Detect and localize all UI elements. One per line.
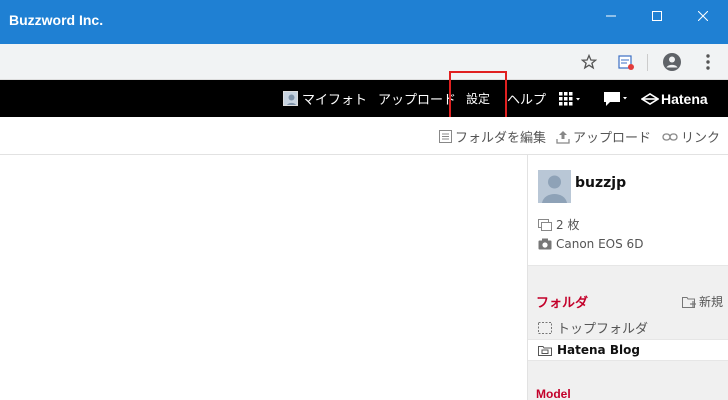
folder-item-hatena-blog[interactable]: Hatena Blog [528, 339, 728, 361]
notifications-button[interactable] [603, 80, 629, 117]
apps-menu-button[interactable] [559, 80, 581, 117]
nav-help-label: ヘルプ [507, 93, 547, 108]
close-button[interactable] [680, 0, 726, 32]
photos-icon [538, 218, 552, 231]
avatar[interactable] [538, 170, 571, 203]
toolbar-divider [647, 54, 648, 71]
hatena-brand-label: Hatena [661, 90, 708, 107]
top-folder-item[interactable]: トップフォルダ [538, 318, 648, 337]
window-title: Buzzword Inc. [9, 12, 104, 28]
new-folder-icon [681, 296, 696, 308]
grid-icon [559, 91, 580, 105]
folders-heading: フォルダ [536, 296, 589, 311]
link-button[interactable]: リンク [662, 127, 720, 146]
model-panel: Model [528, 361, 728, 400]
profile-card: buzzjp 2 枚 Canon EOS 6D [528, 155, 728, 265]
camera-model-label: Canon EOS 6D [556, 237, 644, 251]
dashed-folder-icon [538, 321, 552, 334]
camera-model[interactable]: Canon EOS 6D [538, 237, 643, 251]
speech-bubble-icon [604, 91, 627, 106]
menu-dots-icon[interactable] [696, 50, 720, 74]
nav-myphoto-label: マイフォト [302, 93, 368, 108]
nav-upload[interactable]: アップロード [378, 80, 456, 117]
upload-button[interactable]: アップロード [556, 127, 651, 146]
close-icon [698, 11, 708, 21]
myphoto-avatar-icon [283, 91, 298, 106]
maximize-button[interactable] [634, 0, 680, 32]
folder-icon [538, 345, 552, 356]
new-folder-button[interactable]: 新規 [681, 293, 723, 310]
extension-icon[interactable] [614, 50, 638, 74]
nav-help[interactable]: ヘルプ [507, 80, 546, 117]
settings-highlight-box [449, 71, 507, 119]
bookmark-star-icon[interactable] [577, 50, 601, 74]
photo-count-label: 2 枚 [556, 218, 580, 232]
maximize-icon [652, 11, 662, 21]
hatena-navbar: マイフォト アップロード 設定 ヘルプ Hatena [0, 80, 728, 117]
minimize-button[interactable] [588, 0, 634, 32]
account-icon[interactable] [660, 50, 684, 74]
edit-folder-button[interactable]: フォルダを編集 [439, 127, 546, 146]
photo-count: 2 枚 [538, 216, 579, 233]
nav-myphoto[interactable]: マイフォト [283, 80, 367, 117]
hatena-logo-icon [641, 92, 659, 105]
edit-folder-label: フォルダを編集 [455, 131, 547, 146]
folders-panel: フォルダ 新規 トップフォルダ [528, 265, 728, 339]
window-titlebar: Buzzword Inc. [0, 0, 728, 44]
folder-item-label: Hatena Blog [557, 343, 640, 357]
link-label: リンク [681, 131, 721, 146]
upload-icon [556, 130, 570, 144]
model-heading: Model [536, 387, 571, 400]
nav-upload-label: アップロード [378, 93, 457, 108]
address-bar[interactable] [0, 48, 608, 76]
minimize-icon [606, 15, 616, 17]
default-user-icon [542, 175, 567, 203]
link-icon [662, 132, 678, 141]
photo-subtoolbar: フォルダを編集 アップロード リンク [0, 117, 728, 155]
new-folder-label: 新規 [698, 295, 723, 309]
browser-toolbar [0, 44, 728, 80]
top-folder-label: トップフォルダ [557, 322, 649, 337]
list-edit-icon [439, 130, 452, 143]
hatena-logo[interactable]: Hatena [641, 80, 708, 117]
upload-label: アップロード [573, 131, 652, 146]
sidebar: buzzjp 2 枚 Canon EOS 6D フォルダ 新規 トップフォルダ … [527, 155, 728, 400]
username[interactable]: buzzjp [575, 175, 626, 191]
camera-icon [538, 238, 552, 250]
